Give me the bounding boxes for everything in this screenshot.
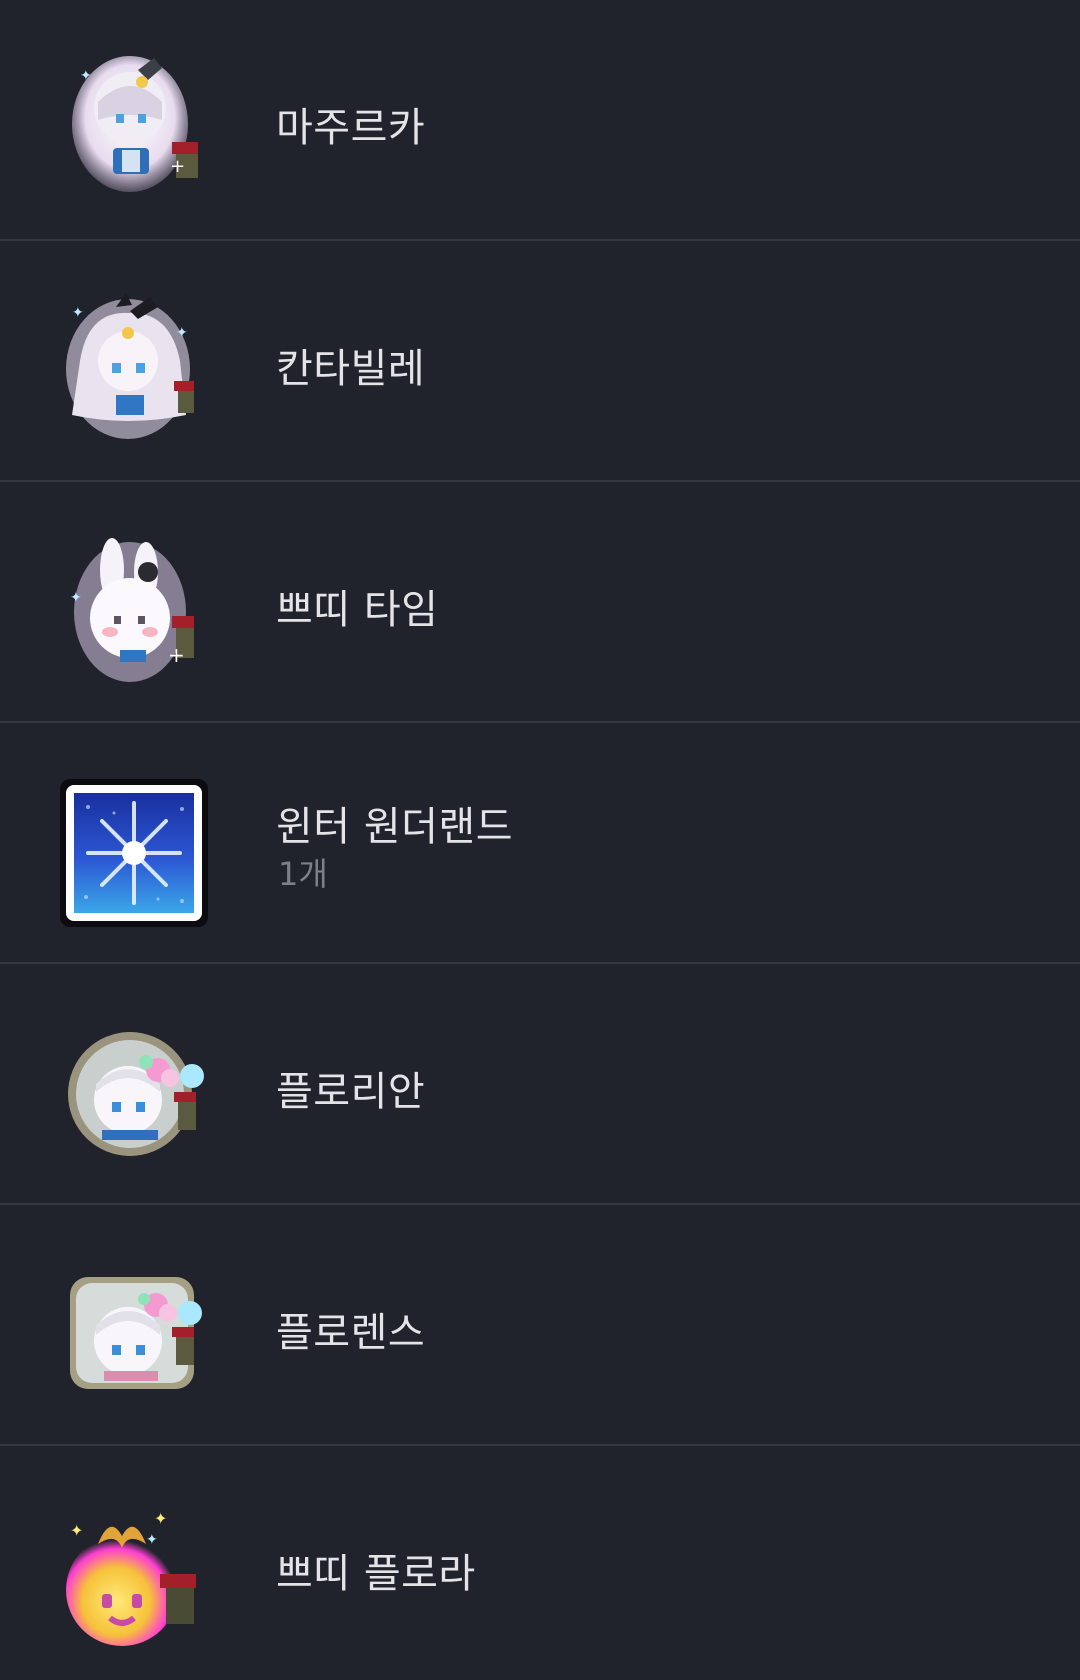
svg-text:+: + <box>168 643 185 667</box>
svg-text:✦: ✦ <box>146 1532 158 1548</box>
list-item[interactable]: 플로리안 <box>0 964 1080 1205</box>
item-name: 플로리안 <box>276 1069 426 1115</box>
svg-text:✦: ✦ <box>176 325 188 341</box>
svg-text:✦: ✦ <box>70 590 82 606</box>
list-item[interactable]: ✦ ✦ ✦ 쁘띠 플로라 <box>0 1446 1080 1680</box>
flower-chibi-icon <box>58 1255 214 1411</box>
svg-text:+: + <box>170 156 185 177</box>
svg-text:✦: ✦ <box>154 1509 167 1528</box>
chibi-character-icon: ✦ ✦ <box>58 291 214 447</box>
svg-text:✦: ✦ <box>70 1521 83 1540</box>
list-item[interactable]: 플로렌스 <box>0 1205 1080 1446</box>
bunny-character-icon: + ✦ <box>58 532 214 688</box>
item-name: 칸타빌레 <box>276 346 426 392</box>
item-name: 플로렌스 <box>276 1310 426 1356</box>
item-name: 쁘띠 플로라 <box>276 1551 476 1597</box>
flower-chibi-icon <box>58 1014 214 1170</box>
svg-text:✦: ✦ <box>72 305 84 321</box>
item-list: + ✦ 마주르카 ✦ ✦ 칸타빌레 + ✦ 쁘띠 타임 윈터 원더랜드 1개 플… <box>0 0 1080 1680</box>
snowflake-tile-icon <box>58 773 214 929</box>
chibi-character-icon: + ✦ <box>58 50 214 206</box>
svg-text:✦: ✦ <box>80 68 92 84</box>
item-count: 1개 <box>278 855 328 893</box>
item-name: 쁘띠 타임 <box>276 587 439 633</box>
item-name: 윈터 원더랜드 <box>276 804 514 850</box>
list-item[interactable]: + ✦ 쁘띠 타임 <box>0 482 1080 723</box>
item-name: 마주르카 <box>276 105 426 151</box>
glowing-spirit-icon: ✦ ✦ ✦ <box>58 1496 214 1652</box>
list-item[interactable]: + ✦ 마주르카 <box>0 0 1080 241</box>
list-item[interactable]: 윈터 원더랜드 1개 <box>0 723 1080 964</box>
list-item[interactable]: ✦ ✦ 칸타빌레 <box>0 241 1080 482</box>
